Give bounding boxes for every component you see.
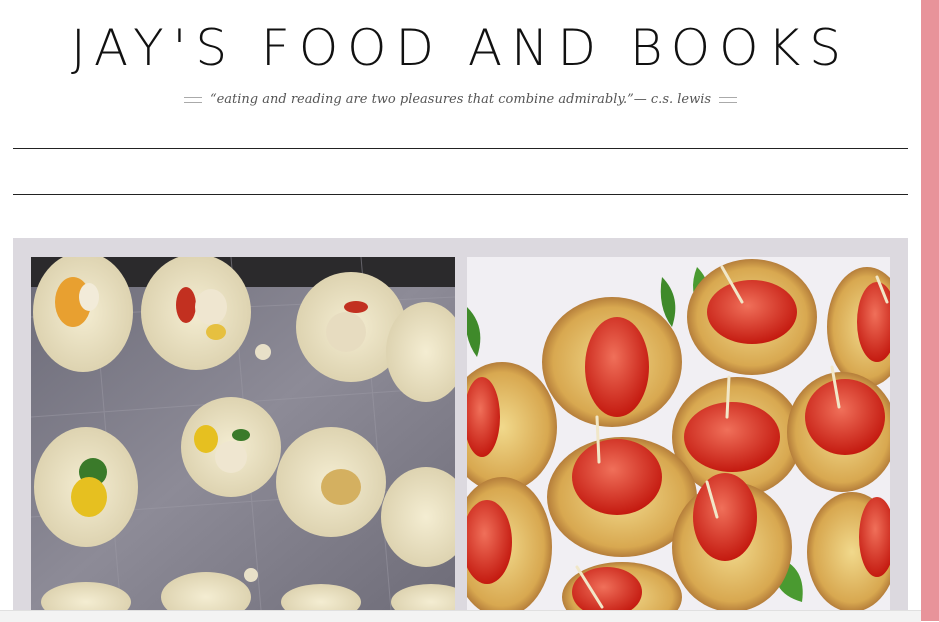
site-title[interactable]: JAY'S FOOD AND BOOKS	[0, 18, 921, 78]
tagline-text: “eating and reading are two pleasures th…	[209, 92, 712, 107]
page: JAY'S FOOD AND BOOKS “eating and reading…	[0, 0, 921, 622]
divider-bottom	[13, 194, 908, 195]
right-edge-panel	[921, 0, 939, 621]
divider-top	[13, 148, 908, 149]
food-photo-icon	[31, 257, 455, 610]
bottom-scroll-bar	[0, 610, 921, 622]
gallery-photo-left[interactable]	[31, 257, 455, 610]
photo-gallery	[13, 238, 908, 621]
ornament-left	[183, 96, 202, 103]
site-tagline: “eating and reading are two pleasures th…	[0, 90, 921, 110]
food-photo-icon	[467, 257, 890, 610]
ornament-right	[719, 96, 738, 103]
gallery-photo-right[interactable]	[467, 257, 890, 610]
